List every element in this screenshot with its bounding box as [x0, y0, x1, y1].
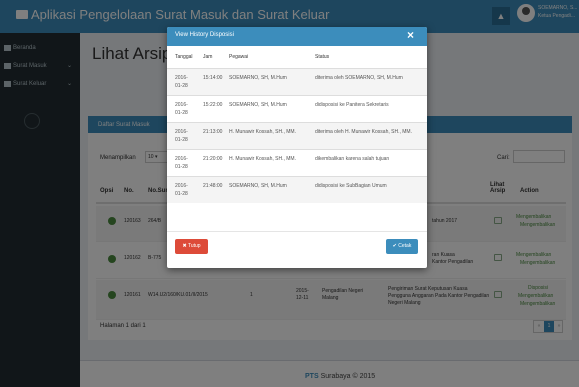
- modal-divider: [167, 231, 427, 232]
- print-button[interactable]: ✔ Cetak: [386, 239, 418, 254]
- modal-header: View History Disposisi ×: [167, 27, 427, 46]
- history-row: 2016-01-28 21:20:00 H. Munawir Kossah, S…: [167, 149, 427, 176]
- modal-title: View History Disposisi: [175, 32, 234, 38]
- history-disposisi-modal: View History Disposisi × Tanggal Jam Peg…: [167, 27, 427, 268]
- close-icon: ✖: [182, 243, 187, 249]
- history-row: 2016-01-28 21:13:00 H. Munawir Kossah, S…: [167, 122, 427, 149]
- history-row: 2016-01-28 15:22:00 SOEMARNO, SH, M.Hum …: [167, 95, 427, 122]
- close-icon[interactable]: ×: [407, 28, 414, 42]
- check-icon: ✔: [392, 243, 397, 249]
- column-pegawai: Pegawai: [229, 54, 249, 60]
- history-row: 2016-01-28 15:14:00 SOEMARNO, SH, M.Hum …: [167, 68, 427, 95]
- column-tanggal: Tanggal: [175, 54, 193, 60]
- column-jam: Jam: [203, 54, 213, 60]
- close-button[interactable]: ✖ Tutup: [175, 239, 208, 254]
- history-row: 2016-01-28 21:48:00 SOEMARNO, SH, M.Hum …: [167, 176, 427, 203]
- column-status: Status: [315, 54, 330, 60]
